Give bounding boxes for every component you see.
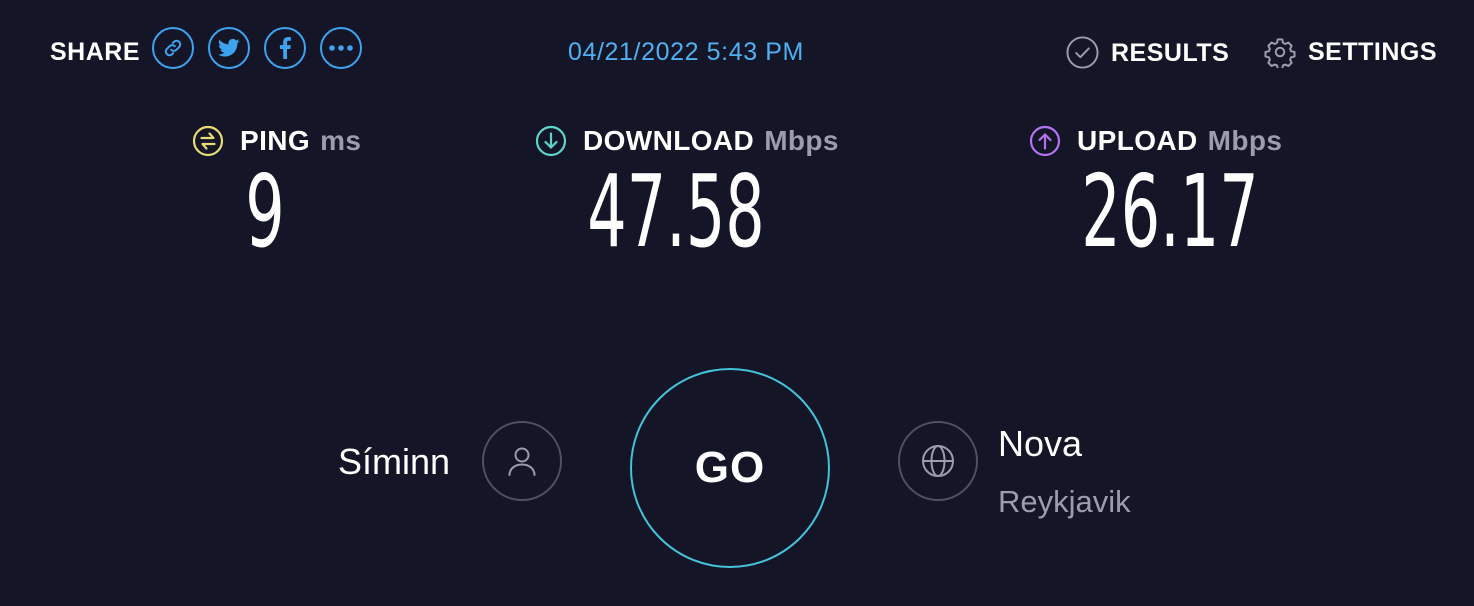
download-arrow-icon xyxy=(535,125,567,157)
globe-icon xyxy=(922,445,954,477)
upload-value: 26.17 xyxy=(1081,153,1259,270)
isp-avatar xyxy=(482,421,562,501)
results-label: RESULTS xyxy=(1111,38,1230,67)
settings-label: SETTINGS xyxy=(1308,38,1438,66)
gear-icon xyxy=(1264,36,1296,68)
share-label: SHARE xyxy=(50,38,141,66)
check-circle-icon xyxy=(1066,36,1099,69)
upload-arrow-icon xyxy=(1029,125,1061,157)
ping-unit: ms xyxy=(320,125,362,156)
ping-value: 9 xyxy=(245,153,285,270)
isp-name: Síminn xyxy=(338,441,451,482)
download-value: 47.58 xyxy=(587,153,765,270)
go-button[interactable]: GO xyxy=(630,368,830,568)
link-icon xyxy=(164,39,182,57)
server-selector[interactable] xyxy=(898,421,978,501)
more-icon xyxy=(329,45,353,51)
share-link-button[interactable] xyxy=(152,27,194,69)
user-icon xyxy=(508,447,536,476)
server-location[interactable]: Reykjavik xyxy=(998,483,1131,521)
share-facebook-button[interactable] xyxy=(264,27,306,69)
twitter-icon xyxy=(218,38,240,57)
share-twitter-button[interactable] xyxy=(208,27,250,69)
download-unit: Mbps xyxy=(764,125,839,156)
results-button[interactable]: RESULTS xyxy=(1066,36,1229,69)
settings-button[interactable]: SETTINGS xyxy=(1264,36,1437,68)
facebook-icon xyxy=(279,37,291,59)
server-name[interactable]: Nova xyxy=(998,424,1082,464)
test-datetime: 04/21/2022 5:43 PM xyxy=(568,38,804,66)
ping-icon xyxy=(192,125,224,157)
share-more-button[interactable] xyxy=(320,27,362,69)
